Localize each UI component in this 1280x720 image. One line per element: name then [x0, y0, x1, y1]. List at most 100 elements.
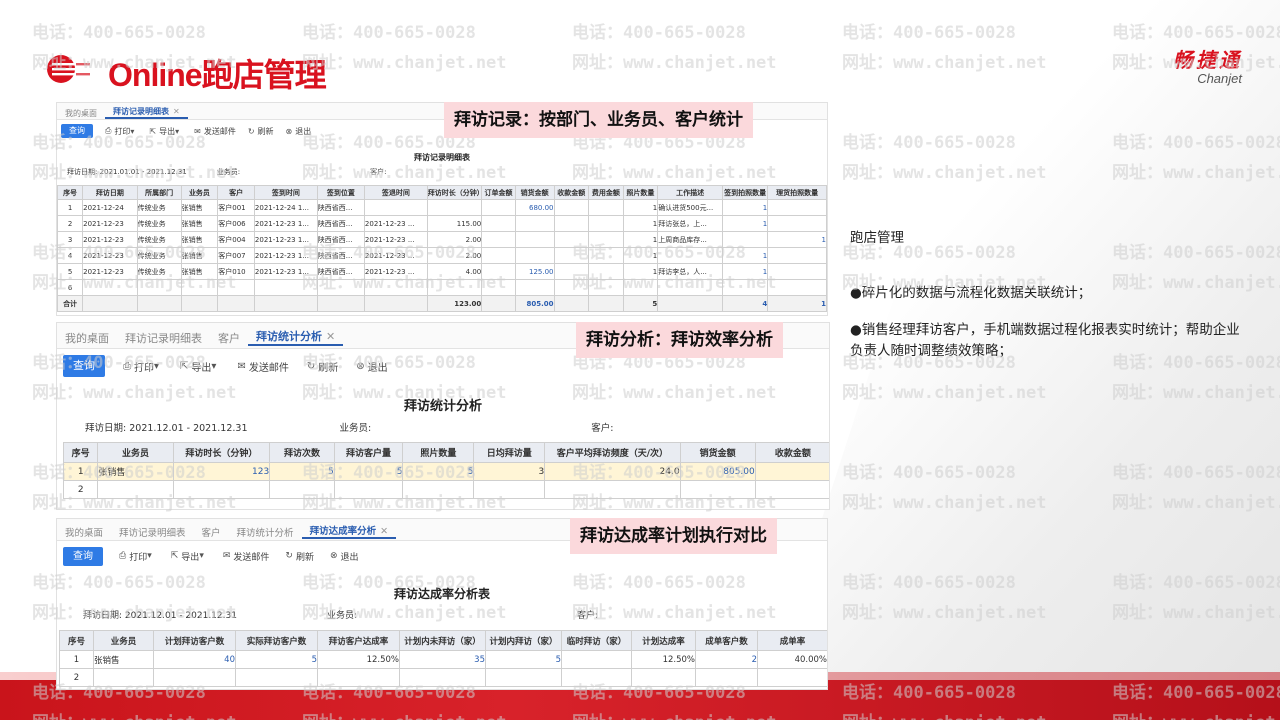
column-header[interactable]: 序号	[57, 185, 84, 200]
close-icon[interactable]: ✕	[173, 107, 180, 116]
table-row[interactable]: 6	[57, 279, 827, 296]
column-header[interactable]: 收款金额	[553, 185, 590, 200]
column-header[interactable]: 拜访时长（分钟）	[172, 442, 271, 463]
column-header[interactable]: 计划达成率	[631, 630, 696, 651]
column-header[interactable]: 费用金额	[588, 185, 624, 200]
tab-visit-record[interactable]: 拜访记录明细表	[117, 330, 210, 346]
table-row[interactable]: 3 2021-12-23 传统业务 张销售 客户004 2021-12-23 1... 陕西…	[57, 231, 827, 248]
column-header[interactable]: 计划内未拜访（家）	[399, 630, 486, 651]
table-row[interactable]: 2	[59, 668, 827, 687]
close-icon[interactable]: ✕	[326, 330, 335, 343]
column-header[interactable]: 销货金额	[514, 185, 555, 200]
column-header[interactable]: 理货拍照数量	[767, 185, 827, 200]
column-header[interactable]: 计划内拜访（家）	[485, 630, 562, 651]
column-header[interactable]: 签到时间	[253, 185, 318, 200]
table-row[interactable]: 1 2021-12-24 传统业务 张销售 客户001 2021-12-24 1... 陕西…	[57, 199, 827, 216]
close-icon[interactable]: ✕	[380, 526, 388, 537]
table-cell: 40.00%	[757, 650, 827, 669]
table-cell: 陕西省西...	[316, 247, 365, 264]
table-row[interactable]: 4 2021-12-23 传统业务 张销售 客户007 2021-12-23 1... 陕西…	[57, 247, 827, 264]
tab-visit-record[interactable]: 拜访记录明细表	[111, 525, 194, 539]
table-row[interactable]: 1 张销售 40 5 12.50% 35 5 12.50% 2 40.00%	[59, 650, 827, 669]
table-row[interactable]: 2 2021-12-23 传统业务 张销售 客户006 2021-12-23 1... 陕西…	[57, 215, 827, 232]
tab-customer[interactable]: 客户	[194, 525, 229, 539]
table-cell: 125.00	[514, 263, 555, 280]
column-header[interactable]: 序号	[62, 442, 99, 463]
column-header[interactable]: 销货金额	[679, 442, 756, 463]
table-cell: 12.50%	[317, 650, 400, 669]
tab-visit-stats[interactable]: 拜访统计分析	[229, 525, 302, 539]
table-total-row[interactable]: 合计 123.00 805.00 5 4 1	[57, 295, 827, 312]
column-header[interactable]: 工作描述	[657, 185, 724, 200]
export-button[interactable]: ⇱ 导出 ▾	[180, 359, 219, 374]
column-header[interactable]: 成单客户数	[695, 630, 758, 651]
column-header[interactable]: 计划拜访客户数	[153, 630, 236, 651]
table-header-row: 序号 业务员 计划拜访客户数 实际拜访客户数 拜访客户达成率 计划内未拜访（家） 计划内拜访…	[59, 630, 827, 651]
table-row[interactable]: 2	[62, 480, 829, 499]
table-cell: 805.00	[679, 462, 756, 481]
tab-my-desktop[interactable]: 我的桌面	[57, 108, 105, 119]
table-cell: 2021-12-23 1...	[253, 231, 318, 248]
column-header[interactable]: 业务员	[97, 442, 174, 463]
column-header[interactable]: 拜访客户达成率	[317, 630, 400, 651]
export-button[interactable]: ⇱ 导出 ▾	[149, 126, 182, 137]
filter-customer: 客户:	[591, 423, 614, 434]
table-cell: 张销售	[180, 263, 219, 280]
export-button[interactable]: ⇱ 导出 ▾	[171, 550, 207, 563]
refresh-button[interactable]: ↻ 刷新	[248, 126, 274, 137]
tab-my-desktop[interactable]: 我的桌面	[57, 525, 111, 539]
column-header[interactable]: 拜访客户量	[333, 442, 404, 463]
column-header[interactable]: 收款金额	[754, 442, 829, 463]
table-row[interactable]: 5 2021-12-23 传统业务 张销售 客户010 2021-12-23 1... 陕西…	[57, 263, 827, 280]
tab-visit-stats[interactable]: 拜访统计分析 ✕	[248, 328, 344, 346]
query-button[interactable]: 查询	[63, 355, 105, 377]
column-header[interactable]: 拜访日期	[82, 185, 138, 200]
column-header[interactable]: 临时拜访（家）	[561, 630, 632, 651]
column-header[interactable]: 日均拜访量	[473, 442, 546, 463]
column-header[interactable]: 序号	[59, 630, 94, 651]
query-button[interactable]: 查询	[63, 546, 103, 566]
table-cell: 2021-12-23 ...	[363, 215, 428, 232]
print-button[interactable]: ⎙ 打印 ▾	[123, 359, 162, 374]
send-mail-button[interactable]: ✉ 发送邮件	[237, 359, 288, 374]
exit-button[interactable]: ⊗ 退出	[330, 550, 359, 563]
query-button[interactable]: 查询	[61, 124, 93, 138]
table-cell: 2021-12-23 1...	[253, 247, 318, 264]
table-row[interactable]: 1 张销售 123 5 5 5 3 24.0 805.00	[62, 462, 829, 481]
table-cell	[695, 668, 758, 687]
tab-visit-achievement[interactable]: 拜访达成率分析 ✕	[301, 523, 397, 539]
column-header[interactable]: 拜访次数	[269, 442, 335, 463]
refresh-button[interactable]: ↻ 刷新	[307, 359, 338, 374]
column-header[interactable]: 实际拜访客户数	[235, 630, 318, 651]
column-header[interactable]: 所属部门	[136, 185, 182, 200]
column-header[interactable]: 签到位置	[316, 185, 365, 200]
send-mail-button[interactable]: ✉ 发送邮件	[223, 550, 270, 563]
watermark-phone: 电话：400-665-0028	[842, 463, 1016, 483]
column-header[interactable]: 成单率	[757, 630, 827, 651]
column-header[interactable]: 订单金额	[481, 185, 516, 200]
column-header[interactable]: 业务员	[93, 630, 154, 651]
exit-button[interactable]: ⊗ 退出	[286, 126, 312, 137]
column-header[interactable]: 照片数量	[622, 185, 659, 200]
column-header[interactable]: 拜访时长（分钟）	[426, 185, 483, 200]
column-header[interactable]: 业务员	[180, 185, 219, 200]
send-mail-button[interactable]: ✉ 发送邮件	[194, 126, 236, 137]
print-button[interactable]: ⎙ 打印 ▾	[105, 126, 137, 137]
tab-my-desktop[interactable]: 我的桌面	[57, 330, 117, 346]
refresh-button[interactable]: ↻ 刷新	[285, 550, 314, 563]
column-header[interactable]: 签退时间	[363, 185, 428, 200]
table-cell	[767, 279, 827, 296]
print-button[interactable]: ⎙ 打印 ▾	[119, 550, 155, 563]
table-cell	[485, 668, 562, 687]
table-cell	[97, 480, 174, 499]
table-cell	[588, 263, 624, 280]
column-header[interactable]: 客户	[217, 185, 255, 200]
tab-customer[interactable]: 客户	[210, 330, 248, 346]
export-icon: ⇱	[180, 360, 189, 372]
column-header[interactable]: 照片数量	[402, 442, 475, 463]
column-header[interactable]: 签到拍照数量	[722, 185, 769, 200]
exit-button[interactable]: ⊗ 退出	[356, 359, 387, 374]
tab-visit-record[interactable]: 拜访记录明细表 ✕	[105, 106, 188, 119]
exit-icon: ⊗	[285, 126, 293, 136]
column-header[interactable]: 客户平均拜访频度（天/次）	[544, 442, 681, 463]
